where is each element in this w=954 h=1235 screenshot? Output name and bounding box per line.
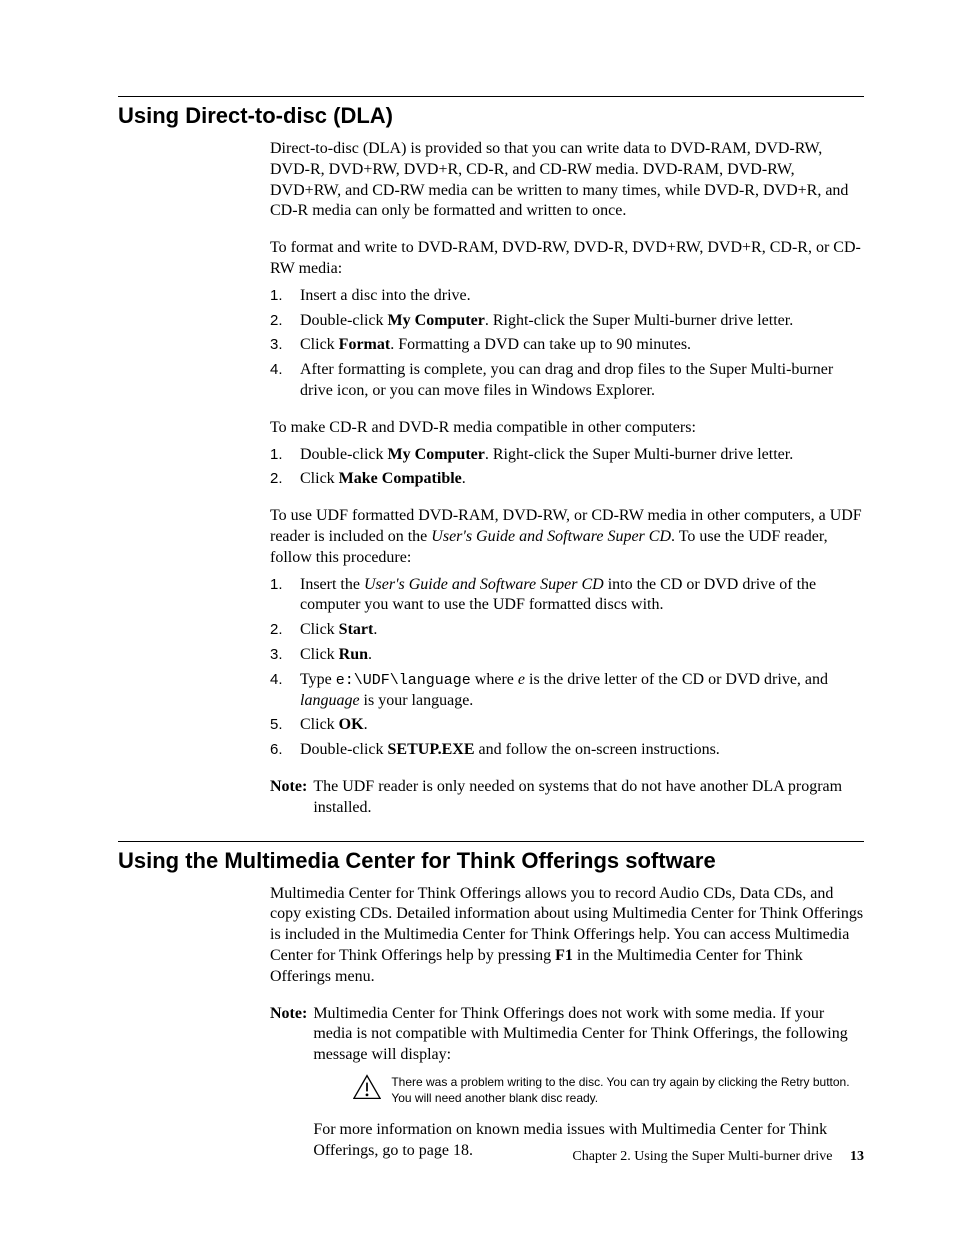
ui-label: My Computer <box>388 446 485 463</box>
step-text: Click <box>300 336 339 353</box>
note-label: Note: <box>270 777 307 819</box>
list-item: Click Format. Formatting a DVD can take … <box>270 335 864 356</box>
heading-dla: Using Direct-to-disc (DLA) <box>118 103 864 129</box>
step-text: is your language. <box>360 692 474 709</box>
list-item: Double-click My Computer. Right-click th… <box>270 445 864 466</box>
step-text: is the drive letter of the CD or DVD dri… <box>525 671 828 688</box>
step-text: Insert a disc into the drive. <box>300 287 471 304</box>
ordered-list: Insert the User's Guide and Software Sup… <box>270 575 864 761</box>
list-item: Insert a disc into the drive. <box>270 286 864 307</box>
step-text: . Right-click the Super Multi-burner dri… <box>485 312 793 329</box>
list-item: Click OK. <box>270 715 864 736</box>
step-text: Click <box>300 716 339 733</box>
list-item: Click Make Compatible. <box>270 469 864 490</box>
note-block: Note: The UDF reader is only needed on s… <box>270 777 864 819</box>
list-item: Double-click My Computer. Right-click th… <box>270 311 864 332</box>
section-rule <box>118 841 864 842</box>
variable: language <box>300 692 360 709</box>
step-text: . <box>368 646 372 663</box>
ui-label: My Computer <box>388 312 485 329</box>
step-text: Double-click <box>300 446 388 463</box>
step-text: . Right-click the Super Multi-burner dri… <box>485 446 793 463</box>
paragraph: Multimedia Center for Think Offerings al… <box>270 884 864 988</box>
variable: e <box>518 671 525 688</box>
list-item: After formatting is complete, you can dr… <box>270 360 864 402</box>
step-text: Click <box>300 621 339 638</box>
step-text: . <box>462 470 466 487</box>
step-text: Click <box>300 646 339 663</box>
step-text: where <box>471 671 518 688</box>
list-item: Type e:\UDF\language where e is the driv… <box>270 670 864 712</box>
paragraph: Direct-to-disc (DLA) is provided so that… <box>270 139 864 222</box>
list-item: Insert the User's Guide and Software Sup… <box>270 575 864 617</box>
note-block: Note: Multimedia Center for Think Offeri… <box>270 1004 864 1162</box>
page-number: 13 <box>850 1149 864 1164</box>
ui-label: OK <box>339 716 364 733</box>
section-body-dla: Direct-to-disc (DLA) is provided so that… <box>270 139 864 819</box>
doc-title: User's Guide and Software Super CD <box>364 576 604 593</box>
note-body: Multimedia Center for Think Offerings do… <box>313 1004 864 1162</box>
step-text: Click <box>300 470 339 487</box>
note-label: Note: <box>270 1004 307 1162</box>
heading-multimedia: Using the Multimedia Center for Think Of… <box>118 848 864 874</box>
note-text: Multimedia Center for Think Offerings do… <box>313 1004 864 1066</box>
step-text: . Formatting a DVD can take up to 90 min… <box>390 336 691 353</box>
page: Using Direct-to-disc (DLA) Direct-to-dis… <box>0 0 954 1235</box>
section-body-multimedia: Multimedia Center for Think Offerings al… <box>270 884 864 1162</box>
step-text: Insert the <box>300 576 364 593</box>
alert-message: There was a problem writing to the disc.… <box>353 1074 864 1106</box>
key-label: F1 <box>555 947 573 964</box>
ui-label: SETUP.EXE <box>388 741 475 758</box>
step-text: Double-click <box>300 312 388 329</box>
step-text: Double-click <box>300 741 388 758</box>
ui-label: Start <box>339 621 374 638</box>
step-text: After formatting is complete, you can dr… <box>300 361 833 399</box>
ui-label: Run <box>339 646 368 663</box>
list-item: Double-click SETUP.EXE and follow the on… <box>270 740 864 761</box>
list-item: Click Run. <box>270 645 864 666</box>
code-text: e:\UDF\language <box>336 672 471 689</box>
lead-in: To format and write to DVD-RAM, DVD-RW, … <box>270 238 864 280</box>
step-text: Type <box>300 671 336 688</box>
doc-title: User's Guide and Software Super CD <box>431 528 671 545</box>
lead-in: To make CD-R and DVD-R media compatible … <box>270 418 864 439</box>
note-body: The UDF reader is only needed on systems… <box>313 777 864 819</box>
list-item: Click Start. <box>270 620 864 641</box>
step-text: . <box>364 716 368 733</box>
alert-text: There was a problem writing to the disc.… <box>391 1074 864 1106</box>
step-text: . <box>373 621 377 638</box>
ui-label: Format <box>339 336 391 353</box>
section-rule <box>118 96 864 97</box>
chapter-label: Chapter 2. Using the Super Multi-burner … <box>572 1149 832 1164</box>
warning-icon <box>353 1074 381 1100</box>
ui-label: Make Compatible <box>339 470 462 487</box>
page-footer: Chapter 2. Using the Super Multi-burner … <box>572 1149 864 1165</box>
ordered-list: Insert a disc into the drive. Double-cli… <box>270 286 864 402</box>
lead-in: To use UDF formatted DVD-RAM, DVD-RW, or… <box>270 506 864 568</box>
step-text: and follow the on-screen instructions. <box>475 741 720 758</box>
ordered-list: Double-click My Computer. Right-click th… <box>270 445 864 491</box>
